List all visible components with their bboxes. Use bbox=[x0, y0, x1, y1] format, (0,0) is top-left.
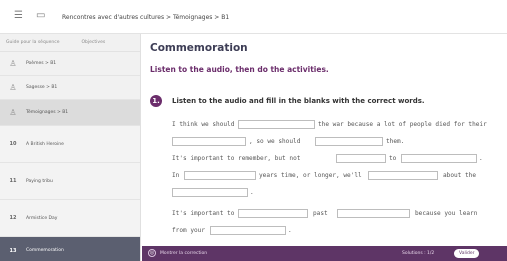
correction-icon[interactable]: ◎ bbox=[148, 249, 156, 257]
text-segment: from your bbox=[172, 227, 206, 234]
text-segment: years time, or longer, we'll bbox=[259, 172, 362, 179]
sidebar-subitem-british-heroine[interactable]: 10 A British Heroine bbox=[0, 126, 140, 163]
text-segment: . bbox=[479, 155, 483, 162]
blank-input[interactable] bbox=[368, 171, 438, 180]
blank-input[interactable] bbox=[315, 137, 383, 146]
subitem-number: 11 bbox=[9, 178, 17, 184]
person-icon: ♙ bbox=[9, 83, 17, 92]
page-subtitle: Listen to the audio, then do the activit… bbox=[150, 65, 329, 74]
blank-input[interactable] bbox=[210, 226, 286, 235]
sidebar-item-temoignages[interactable]: ♙ Témoignages > B1 bbox=[0, 100, 140, 126]
text-segment: the war because a lot of people died for… bbox=[318, 121, 487, 128]
subitem-number: 12 bbox=[9, 215, 17, 221]
show-correction-link[interactable]: Montrer la correction bbox=[160, 251, 207, 256]
text-segment: In bbox=[172, 172, 180, 179]
text-segment: about the bbox=[443, 172, 477, 179]
text-line: It's important to past because you learn bbox=[172, 209, 502, 220]
text-line: from your . bbox=[172, 226, 502, 237]
text-segment: to bbox=[389, 155, 397, 162]
menu-icon[interactable]: ☰ bbox=[14, 11, 23, 21]
text-segment: It's important to bbox=[172, 210, 235, 217]
top-bar: ☰ ▭ Rencontres avec d'autres cultures > … bbox=[0, 0, 507, 34]
blank-input[interactable] bbox=[336, 154, 386, 163]
subitem-number: 13 bbox=[9, 247, 17, 254]
text-segment: . bbox=[250, 189, 254, 196]
activity-instruction: Listen to the audio and fill in the blan… bbox=[172, 97, 425, 105]
page-title: Commemoration bbox=[150, 42, 248, 54]
subitem-number: 10 bbox=[9, 141, 17, 147]
sidebar-item-label: Témoignages > B1 bbox=[26, 110, 69, 115]
main-content: Commemoration Listen to the audio, then … bbox=[142, 34, 507, 246]
sidebar-item-sagesse[interactable]: ♙ Sagesse > B1 bbox=[0, 76, 140, 100]
sidebar-subitem-commemoration[interactable]: 13 Commemoration bbox=[0, 237, 140, 261]
solutions-counter: Solutions : 1/2 bbox=[402, 251, 435, 256]
text-line: It's important to remember, but not to . bbox=[172, 154, 502, 165]
text-line: . bbox=[172, 188, 502, 199]
sequence-guide-tab[interactable]: Guide pour la séquence bbox=[6, 40, 60, 45]
subitem-label: Commemoration bbox=[26, 248, 64, 253]
blank-input[interactable] bbox=[184, 171, 256, 180]
bottom-bar: ◎ Montrer la correction Solutions : 1/2 … bbox=[142, 246, 507, 261]
activity-number-badge: 1. bbox=[150, 95, 162, 107]
breadcrumb: Rencontres avec d'autres cultures > Témo… bbox=[62, 14, 230, 21]
sidebar: Guide pour la séquence Objectives ♙ Poèm… bbox=[0, 34, 141, 261]
objectives-tab[interactable]: Objectives bbox=[82, 40, 106, 45]
text-segment: It's important to remember, but not bbox=[172, 155, 301, 162]
text-line: I think we should the war because a lot … bbox=[172, 120, 502, 131]
sidebar-subitem-paying-tribute[interactable]: 11 Paying tribu bbox=[0, 163, 140, 200]
validate-button[interactable]: Valider bbox=[454, 249, 480, 258]
person-icon: ♙ bbox=[9, 108, 17, 117]
sidebar-item-label: Sagesse > B1 bbox=[26, 85, 58, 90]
subitem-label: Armistice Day bbox=[26, 215, 58, 221]
person-icon: ♙ bbox=[9, 59, 17, 68]
text-segment: I think we should bbox=[172, 121, 235, 128]
text-line: In years time, or longer, we'll about th… bbox=[172, 171, 502, 182]
book-icon[interactable]: ▭ bbox=[36, 11, 45, 21]
sidebar-subitem-armistice-day[interactable]: 12 Armistice Day bbox=[0, 200, 140, 237]
text-segment: them. bbox=[386, 138, 405, 145]
text-segment: . bbox=[288, 227, 292, 234]
blank-input[interactable] bbox=[172, 188, 248, 197]
text-line: , so we should them. bbox=[172, 137, 502, 148]
blank-input[interactable] bbox=[238, 120, 315, 129]
blank-input[interactable] bbox=[238, 209, 308, 218]
sidebar-item-label: Poèmes > B1 bbox=[26, 61, 57, 66]
sidebar-item-poemes[interactable]: ♙ Poèmes > B1 bbox=[0, 52, 140, 76]
sidebar-header: Guide pour la séquence Objectives bbox=[0, 34, 140, 52]
text-segment: past bbox=[313, 210, 328, 217]
blank-input[interactable] bbox=[401, 154, 477, 163]
blank-input[interactable] bbox=[337, 209, 410, 218]
subitem-label: Paying tribu bbox=[26, 178, 53, 184]
text-segment: because you learn bbox=[415, 210, 478, 217]
blank-input[interactable] bbox=[172, 137, 246, 146]
subitem-label: A British Heroine bbox=[26, 141, 64, 147]
text-segment: , so we should bbox=[249, 138, 301, 145]
